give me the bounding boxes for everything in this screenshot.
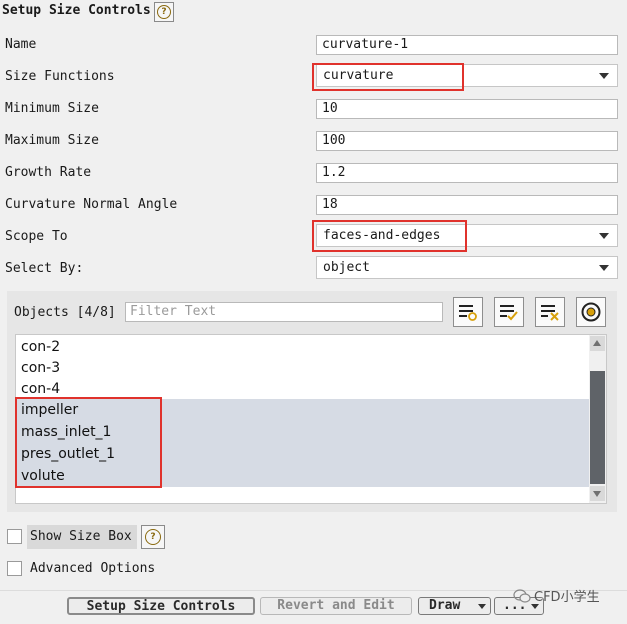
objects-label: Objects [4/8]: [14, 305, 116, 320]
growth-rate-label: Growth Rate: [5, 165, 92, 180]
select-by-value: object: [323, 260, 370, 275]
list-scrollbar[interactable]: [589, 335, 606, 503]
chevron-down-icon: [599, 233, 609, 239]
scope-to-dropdown[interactable]: faces-and-edges: [316, 224, 618, 247]
list-item[interactable]: con-2: [16, 336, 590, 358]
advanced-options-label: Advanced Options: [30, 561, 156, 576]
list-item[interactable]: mass_inlet_1: [16, 421, 590, 443]
list-item[interactable]: impeller: [16, 399, 590, 421]
chevron-down-icon: [478, 604, 486, 609]
deselect-all-button[interactable]: [535, 297, 565, 327]
panel-title: Setup Size Controls: [2, 3, 151, 18]
target-icon: [581, 302, 601, 322]
title-bar: Setup Size Controls ?: [0, 0, 627, 24]
list-item[interactable]: con-3: [16, 357, 590, 379]
curvature-angle-label: Curvature Normal Angle: [5, 197, 178, 212]
revert-and-edit-button[interactable]: Revert and Edit: [260, 597, 412, 615]
scroll-up-icon[interactable]: [590, 336, 605, 351]
check-selection-button[interactable]: [494, 297, 524, 327]
watermark: CFD小学生: [513, 586, 600, 605]
scope-to-value: faces-and-edges: [323, 228, 441, 243]
list-filter-icon: [459, 305, 477, 321]
size-functions-dropdown[interactable]: curvature: [316, 64, 618, 87]
draw-label: Draw: [429, 598, 461, 613]
chevron-down-icon: [599, 265, 609, 271]
name-label: Name: [5, 37, 37, 52]
list-check-icon: [500, 305, 518, 321]
select-all-button[interactable]: [453, 297, 483, 327]
help-icon: ?: [157, 5, 171, 19]
scroll-thumb[interactable]: [590, 371, 605, 484]
help-button[interactable]: ?: [154, 2, 174, 22]
setup-size-controls-button[interactable]: Setup Size Controls: [67, 597, 255, 615]
select-by-label: Select By:: [5, 261, 84, 276]
max-size-label: Maximum Size: [5, 133, 99, 148]
select-by-dropdown[interactable]: object: [316, 256, 618, 279]
scope-to-label: Scope To: [5, 229, 68, 244]
curvature-angle-input[interactable]: 18: [316, 195, 618, 215]
size-functions-value: curvature: [323, 68, 394, 83]
min-size-input[interactable]: 10: [316, 99, 618, 119]
list-item[interactable]: volute: [16, 465, 590, 487]
list-item[interactable]: pres_outlet_1: [16, 443, 590, 465]
list-clear-icon: [541, 305, 559, 321]
objects-list[interactable]: con-2 con-3 con-4 impeller mass_inlet_1 …: [15, 334, 607, 504]
max-size-input[interactable]: 100: [316, 131, 618, 151]
show-size-box-checkbox[interactable]: [7, 529, 22, 544]
target-button[interactable]: [576, 297, 606, 327]
size-functions-label: Size Functions: [5, 69, 115, 84]
help-button[interactable]: ?: [141, 525, 165, 549]
growth-rate-input[interactable]: 1.2: [316, 163, 618, 183]
wechat-icon: [513, 588, 531, 603]
advanced-options-checkbox[interactable]: [7, 561, 22, 576]
help-icon: ?: [145, 529, 161, 545]
draw-button[interactable]: Draw: [418, 597, 491, 615]
chevron-down-icon: [599, 73, 609, 79]
list-item[interactable]: con-4: [16, 378, 590, 400]
scroll-down-icon[interactable]: [590, 486, 605, 501]
name-input[interactable]: curvature-1: [316, 35, 618, 55]
watermark-text: CFD小学生: [534, 590, 600, 605]
min-size-label: Minimum Size: [5, 101, 99, 116]
filter-input[interactable]: Filter Text: [125, 302, 443, 322]
show-size-box-label: Show Size Box: [30, 529, 132, 544]
